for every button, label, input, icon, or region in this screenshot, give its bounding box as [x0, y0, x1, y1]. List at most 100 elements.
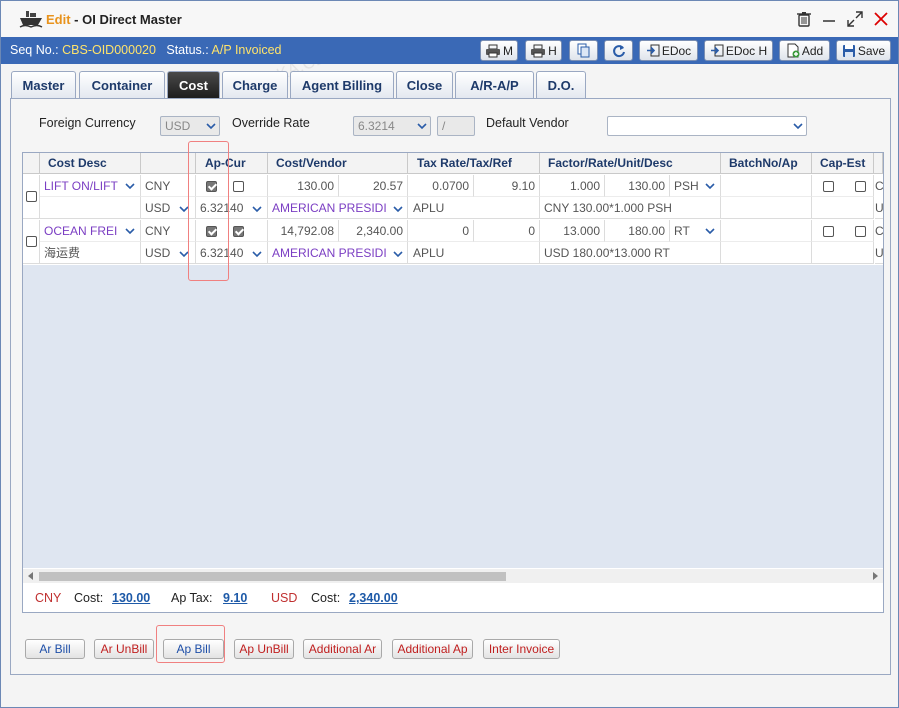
printer-icon — [486, 44, 500, 57]
tax-cell: 9.10 — [474, 175, 540, 197]
chevron-down-icon[interactable] — [705, 226, 715, 236]
edoc-label: EDoc — [661, 43, 692, 58]
foreign-currency-select[interactable]: USD — [160, 116, 220, 136]
override-rate-label: Override Rate — [232, 116, 310, 130]
total-cost2[interactable]: 2,340.00 — [349, 591, 398, 605]
override-rate-select[interactable]: 6.3214 — [353, 116, 431, 136]
chevron-down-icon[interactable] — [705, 181, 715, 191]
overflow-cell: C — [875, 224, 883, 238]
print-m-button[interactable]: M — [480, 40, 518, 61]
edit-label: Edit — [46, 12, 71, 27]
ap-cell — [721, 242, 812, 264]
tab-container[interactable]: Container — [79, 71, 165, 98]
tax-cell: 0 — [474, 220, 540, 242]
vendor-select[interactable]: AMERICAN PRESIDI — [268, 197, 408, 219]
tab-close[interactable]: Close — [396, 71, 453, 98]
copy-button[interactable] — [569, 40, 598, 61]
trash-icon[interactable] — [796, 11, 812, 27]
tax-rate-cell: 0 — [408, 220, 474, 242]
header-factor-rate[interactable]: Factor/Rate/Unit/Desc — [540, 153, 721, 174]
ar-unbill-button[interactable]: Ar UnBill — [94, 639, 154, 659]
chevron-down-icon[interactable] — [179, 249, 189, 259]
override-rate-secondary[interactable]: / — [437, 116, 475, 136]
scrollbar-thumb[interactable] — [39, 572, 506, 581]
title-bar: Edit - OI Direct Master — [1, 1, 898, 37]
tab-do[interactable]: D.O. — [536, 71, 586, 98]
default-vendor-select[interactable] — [607, 116, 807, 136]
chevron-down-icon[interactable] — [393, 249, 403, 259]
foreign-currency-label: Foreign Currency — [39, 116, 136, 130]
cur-cell: CNY — [141, 220, 196, 242]
batchno-cell — [721, 220, 812, 242]
total-ap-tax[interactable]: 9.10 — [223, 591, 247, 605]
scroll-left-icon[interactable] — [27, 572, 35, 580]
header-cost-vendor[interactable]: Cost/Vendor — [268, 153, 408, 174]
cap-est-cell-2 — [812, 197, 874, 219]
chevron-down-icon[interactable] — [252, 249, 262, 259]
tab-charge[interactable]: Charge — [222, 71, 288, 98]
title-text: OI Direct Master — [82, 12, 182, 27]
edoc-h-button[interactable]: EDoc H — [704, 40, 773, 61]
inter-invoice-button[interactable]: Inter Invoice — [483, 639, 560, 659]
header-batchno-ap[interactable]: BatchNo/Ap — [721, 153, 812, 174]
ap-checkbox[interactable] — [206, 181, 217, 192]
est-checkbox[interactable] — [855, 226, 866, 237]
copy-icon — [577, 43, 589, 58]
chevron-down-icon — [417, 123, 427, 130]
ap-cell — [721, 197, 812, 219]
chevron-down-icon[interactable] — [125, 226, 135, 236]
chevron-down-icon — [793, 123, 803, 130]
header-tax[interactable]: Tax Rate/Tax/Ref — [408, 153, 540, 174]
additional-ap-button[interactable]: Additional Ap — [392, 639, 473, 659]
print-h-button[interactable]: H — [525, 40, 562, 61]
save-label: Save — [857, 43, 886, 58]
add-button[interactable]: Add — [779, 40, 830, 61]
vendor-select[interactable]: AMERICAN PRESIDI — [268, 242, 408, 264]
additional-ar-button[interactable]: Additional Ar — [303, 639, 382, 659]
refresh-button[interactable] — [604, 40, 633, 61]
edoc-button[interactable]: EDoc — [639, 40, 698, 61]
factor-cell: 13.000 — [540, 220, 605, 242]
maximize-icon[interactable] — [847, 11, 863, 27]
title-separator: - — [70, 12, 83, 27]
total-ap-tax-label: Ap Tax: — [171, 591, 213, 605]
header-cap-est[interactable]: Cap-Est — [812, 153, 874, 174]
tab-ar-ap[interactable]: A/R-A/P — [455, 71, 534, 98]
chevron-down-icon[interactable] — [252, 204, 262, 214]
header-ap-cur[interactable]: Ap-Cur — [196, 153, 268, 174]
overflow-cell: C — [875, 179, 883, 193]
row-select-checkbox[interactable] — [26, 236, 37, 247]
tab-cost[interactable]: Cost — [167, 71, 220, 98]
cap-checkbox[interactable] — [823, 181, 834, 192]
batchno-cell — [721, 175, 812, 197]
ap-bill-button[interactable]: Ap Bill — [163, 639, 224, 659]
row-select-checkbox[interactable] — [26, 191, 37, 202]
ar-bill-button[interactable]: Ar Bill — [25, 639, 85, 659]
ap-unbill-button[interactable]: Ap UnBill — [234, 639, 294, 659]
ap-checkbox[interactable] — [206, 226, 217, 237]
seq-label: Seq No.: — [10, 43, 59, 57]
save-button[interactable]: Save — [836, 40, 891, 61]
chevron-down-icon[interactable] — [179, 204, 189, 214]
tax-rate-cell: 0.0700 — [408, 175, 474, 197]
save-icon — [842, 44, 855, 57]
cap-est-cell-2 — [812, 242, 874, 264]
minimize-icon[interactable] — [821, 11, 837, 27]
overflow-cell: U — [875, 242, 883, 264]
scroll-right-icon[interactable] — [871, 572, 879, 580]
close-icon[interactable] — [873, 11, 889, 27]
foreign-currency-value: USD — [165, 119, 191, 133]
cur-checkbox[interactable] — [233, 181, 244, 192]
cap-checkbox[interactable] — [823, 226, 834, 237]
desc2-cell: 海运费 — [40, 242, 141, 264]
chevron-down-icon[interactable] — [125, 181, 135, 191]
chevron-down-icon[interactable] — [393, 204, 403, 214]
tab-master[interactable]: Master — [11, 71, 76, 98]
ship-icon — [19, 11, 43, 28]
est-checkbox[interactable] — [855, 181, 866, 192]
cur-checkbox[interactable] — [233, 226, 244, 237]
header-cur — [141, 153, 196, 174]
tab-agent-billing[interactable]: Agent Billing — [290, 71, 394, 98]
header-cost-desc[interactable]: Cost Desc — [40, 153, 141, 174]
total-cost1[interactable]: 130.00 — [112, 591, 150, 605]
